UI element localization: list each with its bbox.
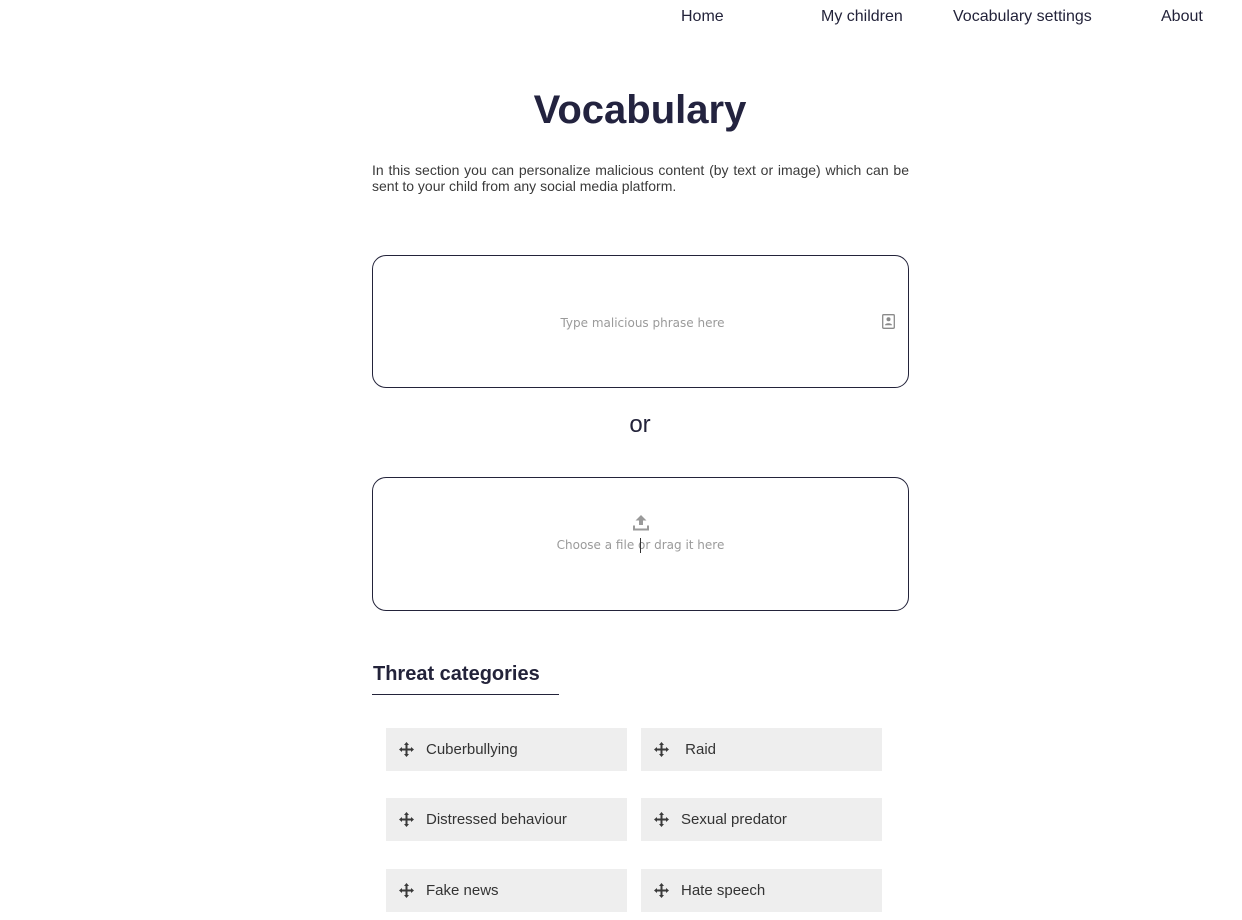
or-separator: or <box>629 411 651 438</box>
category-chip-distressed-behaviour[interactable]: Distressed behaviour <box>386 798 627 841</box>
nav-about[interactable]: About <box>1161 8 1203 26</box>
category-chip-raid[interactable]: Raid <box>641 728 882 771</box>
threat-categories-title: Threat categories <box>373 663 540 685</box>
section-underline <box>372 694 559 695</box>
category-chip-hate-speech[interactable]: Hate speech <box>641 869 882 912</box>
category-label: Fake news <box>426 882 499 899</box>
top-nav: Home My children Vocabulary settings Abo… <box>0 0 1242 40</box>
category-chip-sexual-predator[interactable]: Sexual predator <box>641 798 882 841</box>
move-icon <box>399 812 414 827</box>
category-label: Hate speech <box>681 882 766 899</box>
move-icon <box>399 742 414 757</box>
category-label: Distressed behaviour <box>426 811 567 828</box>
text-cursor <box>640 538 641 553</box>
move-icon <box>654 812 669 827</box>
page-description: In this section you can personalize mali… <box>372 162 909 194</box>
upload-icon <box>633 515 649 531</box>
page-title: Vocabulary <box>533 88 747 132</box>
category-chip-cuberbullying[interactable]: Cuberbullying <box>386 728 627 771</box>
nav-vocabulary-settings[interactable]: Vocabulary settings <box>953 8 1092 26</box>
nav-my-children[interactable]: My children <box>821 8 903 26</box>
move-icon <box>654 883 669 898</box>
contact-card-icon[interactable] <box>882 314 895 329</box>
nav-home[interactable]: Home <box>681 8 724 26</box>
category-chip-fake-news[interactable]: Fake news <box>386 869 627 912</box>
move-icon <box>399 883 414 898</box>
category-label: Cuberbullying <box>426 741 518 758</box>
category-label: Raid <box>681 741 717 758</box>
move-icon <box>654 742 669 757</box>
file-upload-dropzone[interactable]: Choose a file or drag it here <box>372 477 909 611</box>
malicious-phrase-input[interactable] <box>373 256 912 389</box>
category-label: Sexual predator <box>681 811 787 828</box>
phrase-input-box <box>372 255 912 389</box>
